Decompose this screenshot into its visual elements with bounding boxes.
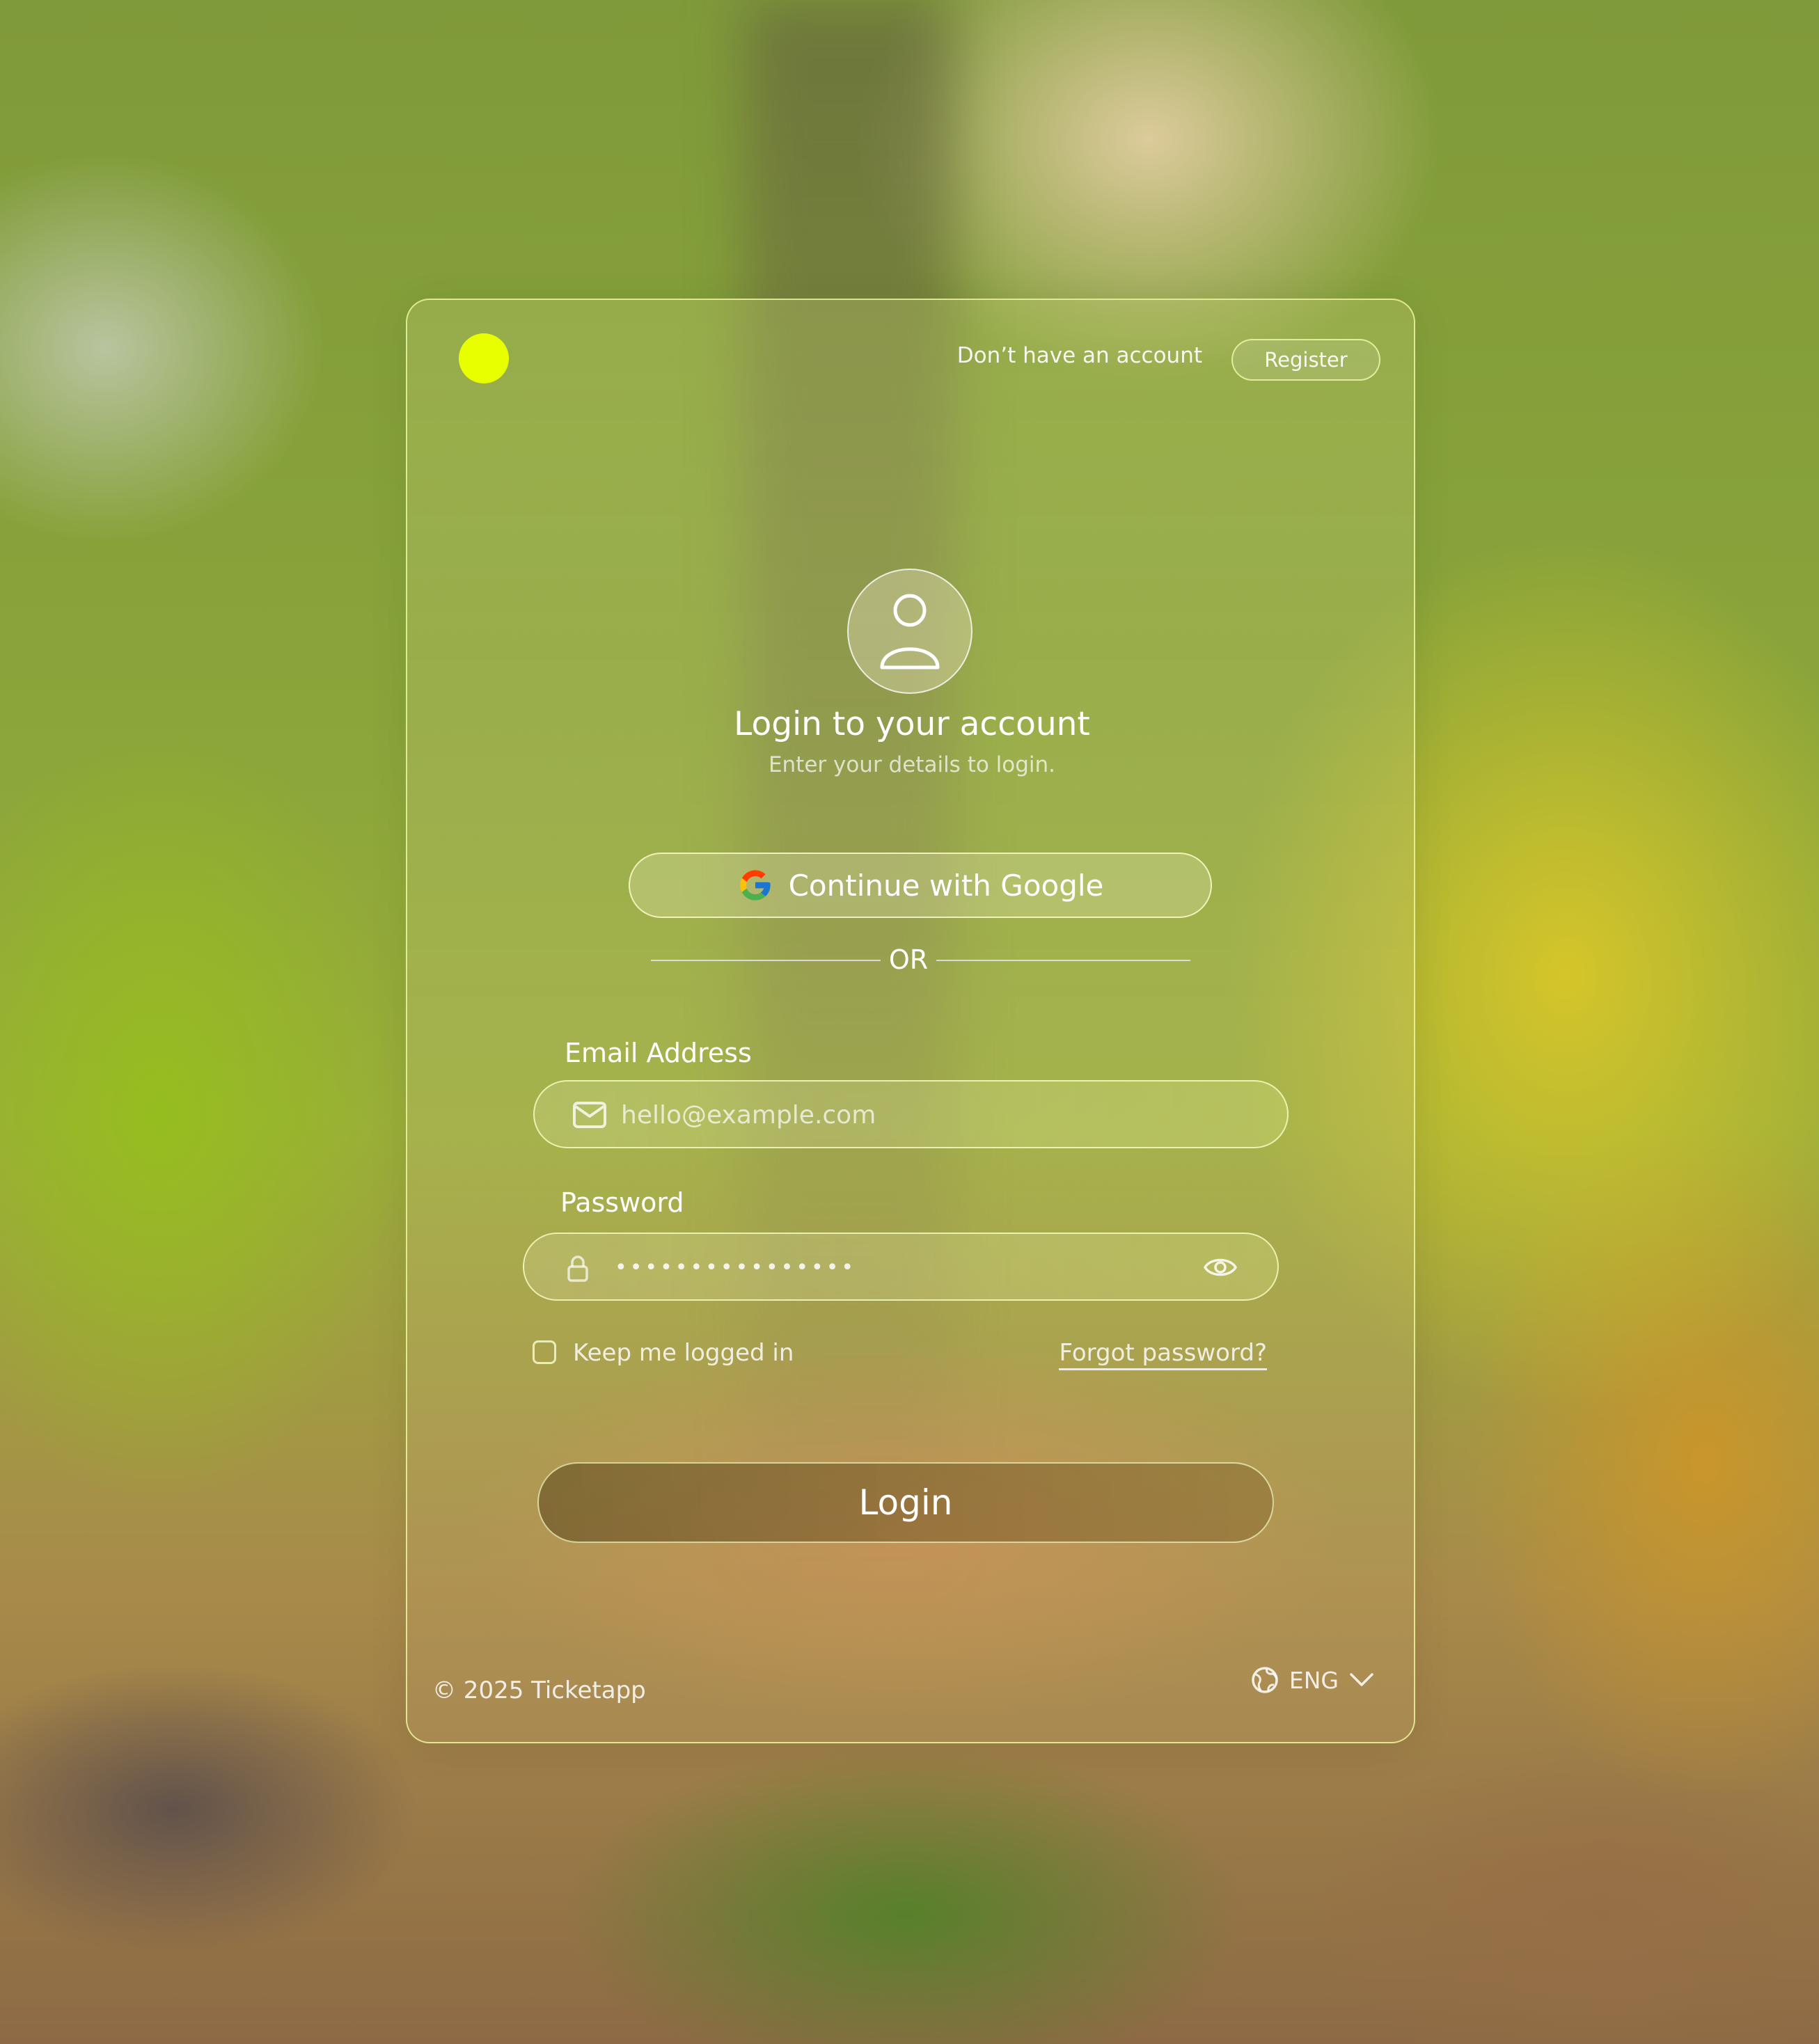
divider-line-right	[936, 960, 1190, 961]
page-subtitle: Enter your details to login.	[768, 752, 1056, 777]
email-input[interactable]	[620, 1095, 1249, 1134]
register-prompt: Don’t have an account	[956, 343, 1202, 368]
globe-icon	[1252, 1667, 1278, 1693]
chevron-down-icon	[1350, 1673, 1373, 1686]
lock-icon	[567, 1255, 588, 1282]
app-logo	[459, 333, 509, 383]
eye-icon[interactable]	[1202, 1253, 1238, 1281]
forgot-password-link[interactable]: Forgot password?	[1059, 1339, 1267, 1370]
email-field[interactable]	[533, 1080, 1289, 1148]
email-label: Email Address	[565, 1038, 752, 1068]
login-card: Don’t have an account Register Login to …	[406, 299, 1415, 1743]
avatar	[847, 569, 973, 694]
page-title: Login to your account	[734, 705, 1090, 743]
register-button[interactable]: Register	[1231, 339, 1380, 381]
or-divider: OR	[651, 890, 1190, 975]
login-button[interactable]: Login	[537, 1462, 1274, 1543]
copyright-text: © 2025 Ticketapp	[432, 1677, 646, 1704]
divider-line-left	[651, 960, 881, 961]
user-icon	[880, 594, 940, 670]
or-text: OR	[888, 944, 929, 975]
mail-icon	[573, 1102, 606, 1128]
keep-logged-in-label: Keep me logged in	[573, 1339, 794, 1367]
language-label: ENG	[1289, 1666, 1339, 1694]
keep-logged-in-checkbox[interactable]	[533, 1340, 556, 1364]
language-selector[interactable]: ENG	[1250, 1665, 1375, 1695]
password-field[interactable]	[523, 1233, 1279, 1301]
password-label: Password	[560, 1187, 684, 1218]
password-input[interactable]	[613, 1248, 1159, 1287]
